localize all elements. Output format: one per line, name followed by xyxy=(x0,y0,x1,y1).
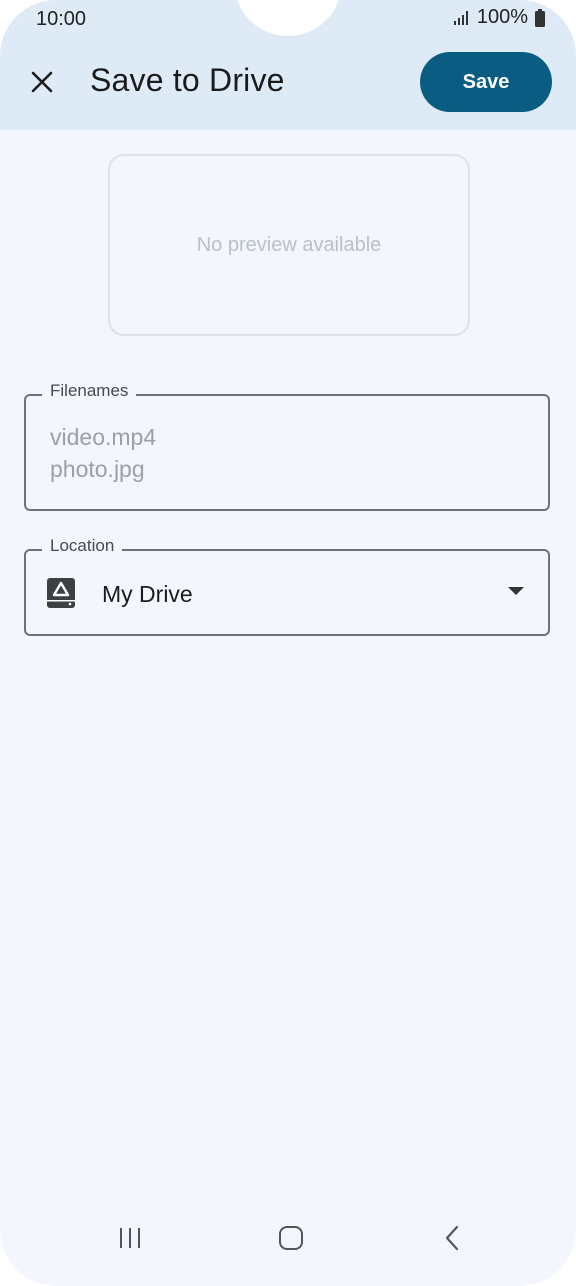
location-label: Location xyxy=(42,536,123,556)
drive-icon xyxy=(46,577,76,609)
filename-item: video.mp4 xyxy=(50,424,157,450)
home-icon[interactable] xyxy=(267,1218,315,1258)
filename-item: photo.jpg xyxy=(50,456,145,482)
recents-icon[interactable] xyxy=(106,1218,154,1258)
close-icon[interactable] xyxy=(22,62,62,102)
status-indicators: 100% xyxy=(453,6,546,29)
filenames-label: Filenames xyxy=(42,381,137,401)
battery-percent: 100% xyxy=(476,6,528,28)
preview-text: No preview available xyxy=(196,233,382,256)
preview-box: No preview available xyxy=(108,154,470,336)
status-time: 10:00 xyxy=(36,8,87,30)
signal-icon xyxy=(453,10,471,26)
back-icon[interactable] xyxy=(428,1218,476,1258)
battery-icon xyxy=(534,8,546,27)
filenames-field[interactable]: Filenames video.mp4 photo.jpg xyxy=(24,381,550,511)
location-value: My Drive xyxy=(102,581,193,607)
phone-screen: 10:00 100% Save to Drive Save No preview… xyxy=(0,0,576,1286)
dropdown-arrow-icon xyxy=(508,587,524,595)
page-title: Save to Drive xyxy=(90,62,285,98)
location-dropdown[interactable]: Location My Drive xyxy=(24,536,550,636)
save-button[interactable]: Save xyxy=(420,52,552,112)
navigation-bar xyxy=(0,1196,576,1286)
